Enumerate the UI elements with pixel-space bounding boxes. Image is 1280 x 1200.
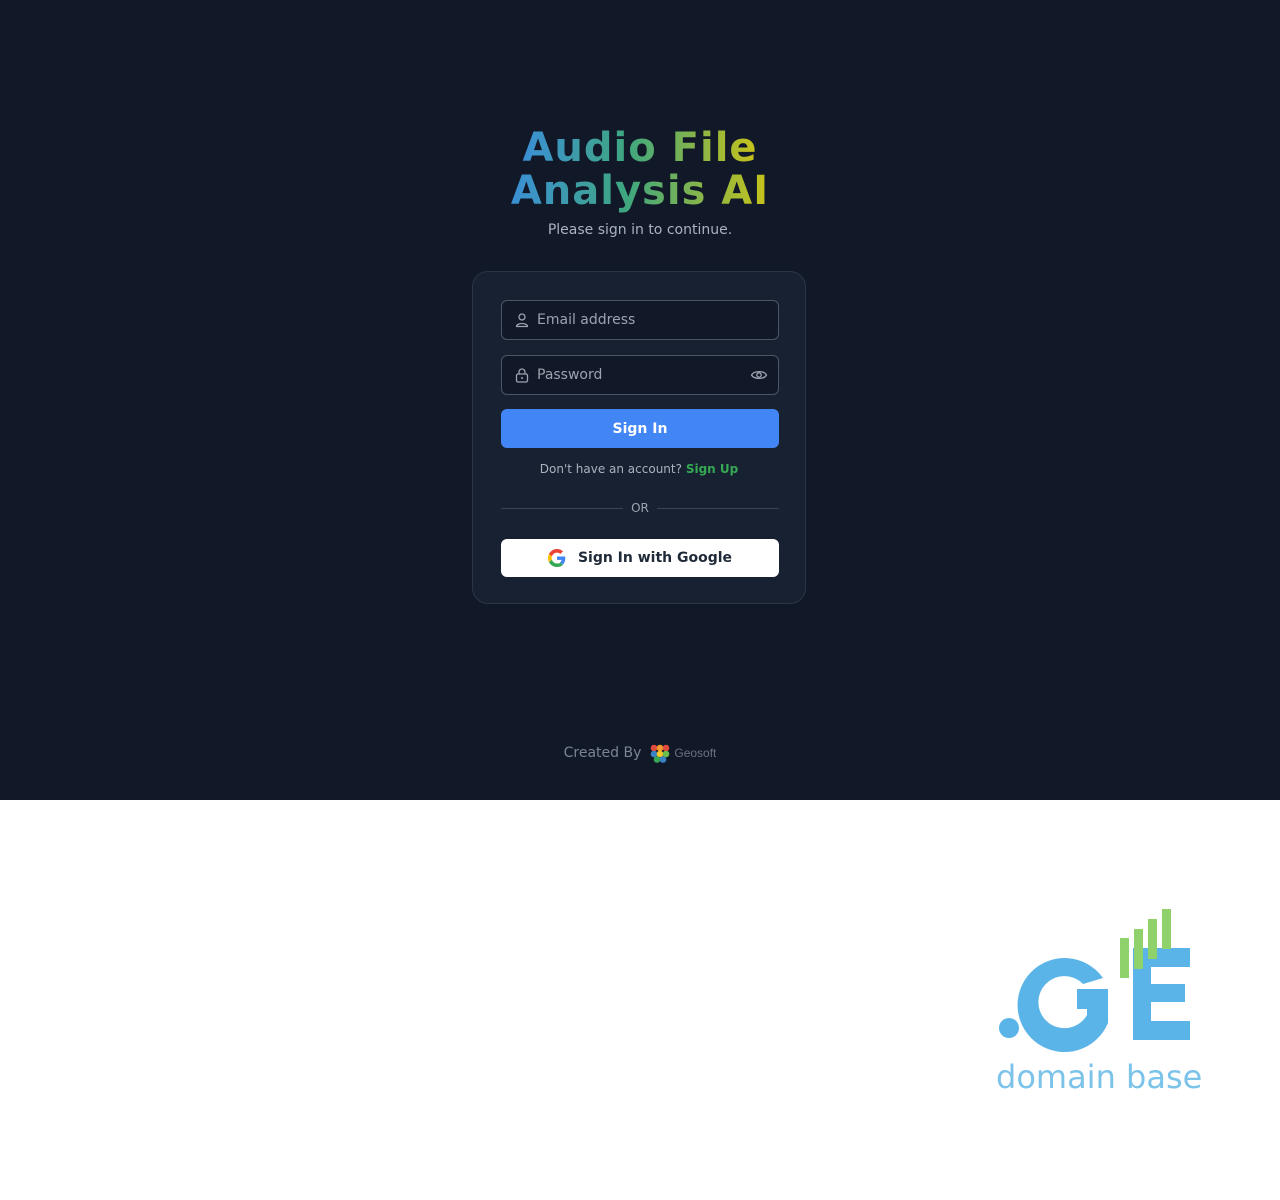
- google-button-label: Sign In with Google: [577, 550, 733, 566]
- footer: Created By Geosoft: [0, 743, 1280, 763]
- app-title-line2: Analysis AI: [510, 168, 770, 214]
- geosoft-link[interactable]: Geosoft: [649, 743, 716, 763]
- created-by-label: Created By: [563, 745, 642, 761]
- login-screen: Audio File Analysis AI Please sign in to…: [0, 0, 1280, 800]
- password-field[interactable]: [501, 355, 779, 395]
- login-card: Sign In Don't have an account? Sign Up O…: [472, 271, 806, 604]
- user-icon: [515, 313, 529, 328]
- app-title-line1: Audio File: [522, 125, 758, 171]
- subtitle: Please sign in to continue.: [547, 222, 733, 238]
- email-input[interactable]: [537, 301, 737, 339]
- google-sign-in-button[interactable]: Sign In with Google: [501, 539, 779, 577]
- password-input[interactable]: [537, 356, 737, 394]
- ge-tagline: domain base: [996, 1058, 1203, 1096]
- sign-up-link[interactable]: Sign Up: [686, 462, 738, 476]
- or-divider: OR: [501, 500, 779, 516]
- email-field[interactable]: [501, 300, 779, 340]
- geosoft-logo-icon: [651, 744, 670, 763]
- google-icon: [547, 549, 566, 567]
- divider-line-right: [657, 508, 779, 509]
- geosoft-brand-text: Geosoft: [674, 746, 717, 760]
- signup-prompt: Don't have an account? Sign Up: [473, 462, 805, 476]
- sign-in-button[interactable]: Sign In: [501, 409, 779, 448]
- no-account-text: Don't have an account?: [539, 462, 682, 476]
- app-title: Audio File Analysis AI: [0, 127, 1280, 213]
- lock-icon: [515, 368, 529, 383]
- eye-icon[interactable]: [750, 367, 768, 383]
